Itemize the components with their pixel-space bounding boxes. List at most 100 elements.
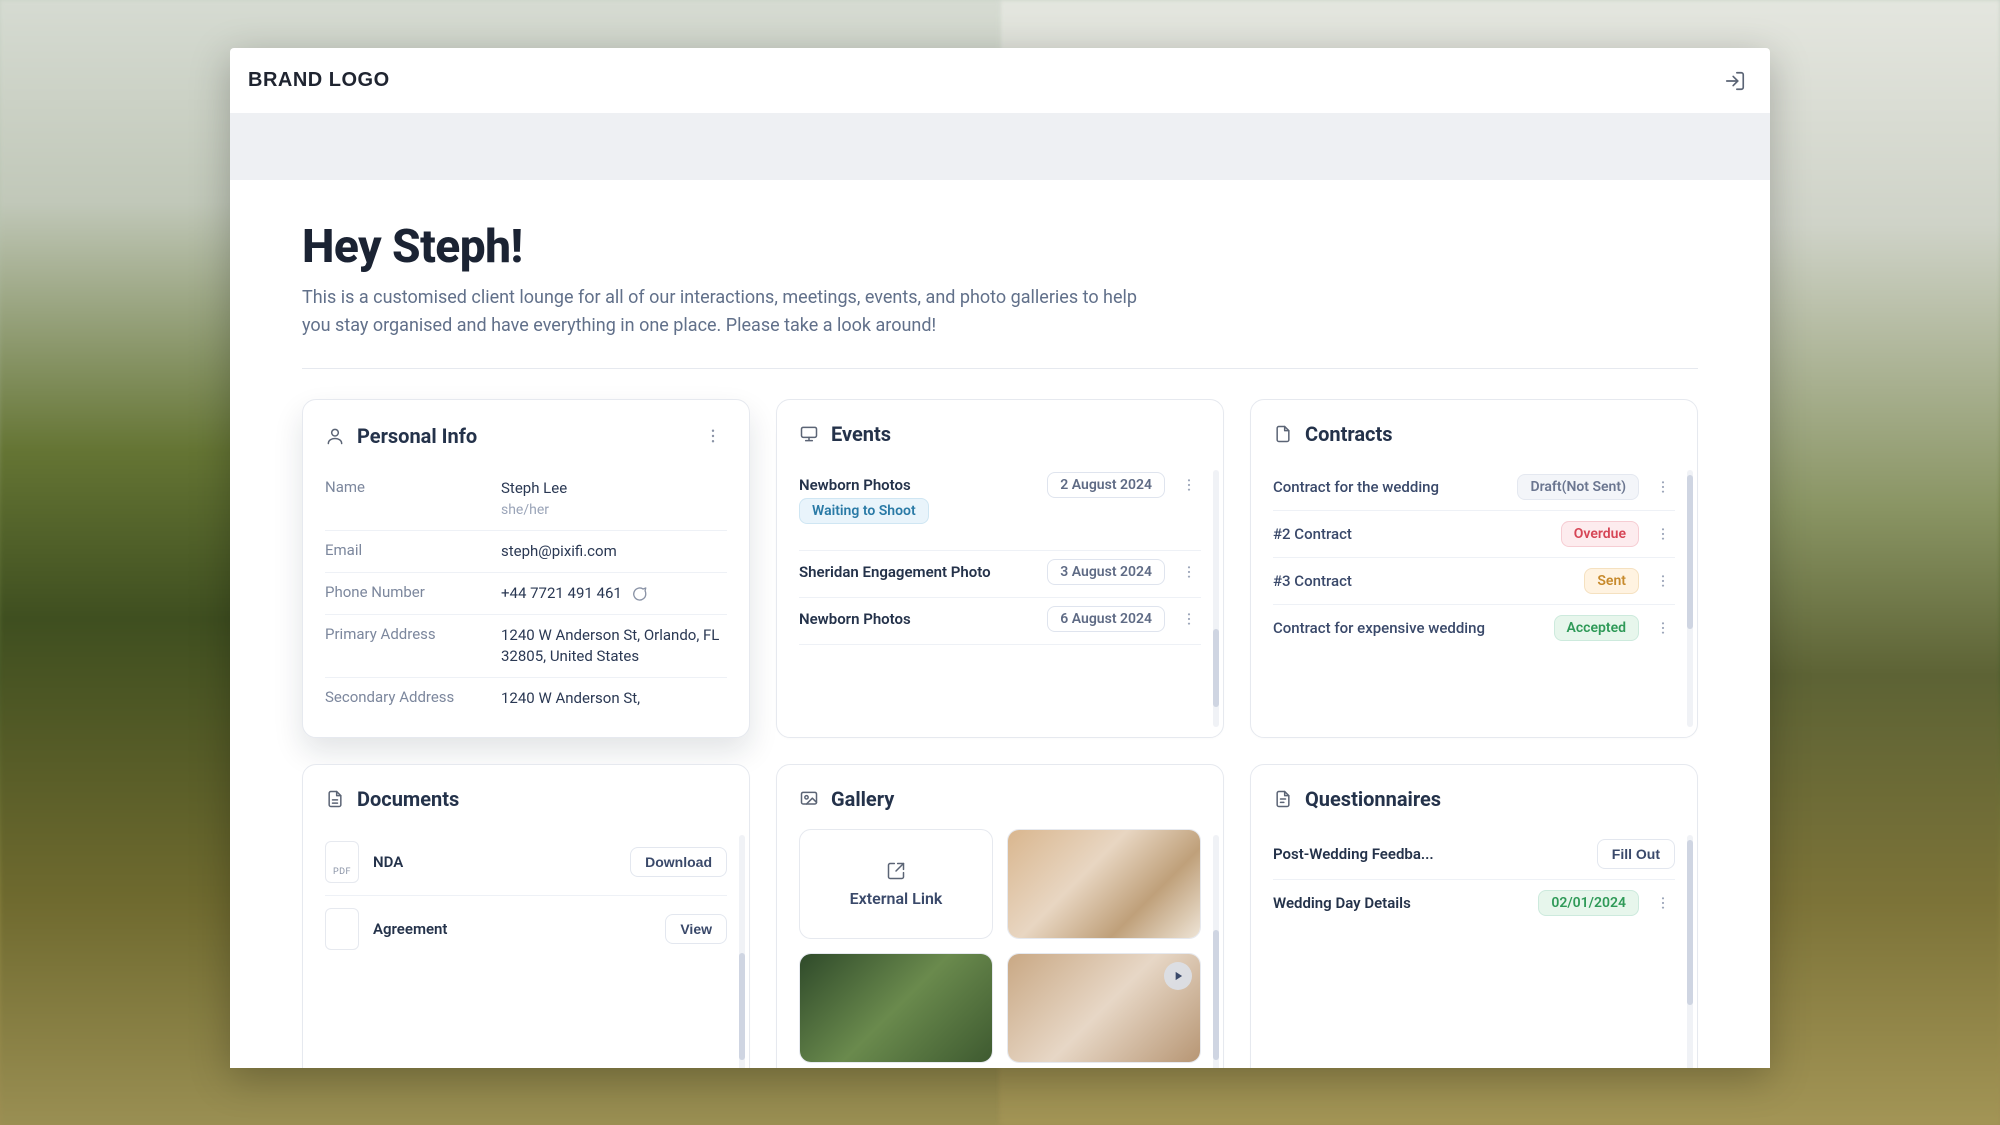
view-button[interactable]: View: [665, 914, 727, 944]
divider: [302, 368, 1698, 369]
questionnaire-row[interactable]: Wedding Day Details 02/01/2024: [1273, 879, 1675, 926]
label-phone: Phone Number: [325, 583, 485, 604]
gallery-external-link[interactable]: External Link: [799, 829, 993, 939]
documents-scrollbar[interactable]: [739, 835, 745, 1068]
contract-row[interactable]: #3 Contract Sent: [1273, 557, 1675, 604]
personal-menu-button[interactable]: [699, 422, 727, 450]
card-title: Personal Info: [357, 424, 477, 448]
field-name: Name Steph Lee she/her: [325, 468, 727, 531]
label-email: Email: [325, 541, 485, 562]
field-email: Email steph@pixifi.com: [325, 530, 727, 572]
contract-name: #2 Contract: [1273, 525, 1549, 543]
card-questionnaires: Questionnaires Post-Wedding Feedba... Fi…: [1250, 764, 1698, 1068]
field-primary-address: Primary Address 1240 W Anderson St, Orla…: [325, 614, 727, 677]
event-name: Sheridan Engagement Photo: [799, 563, 1035, 581]
page-intro: This is a customised client lounge for a…: [302, 284, 1162, 340]
pdf-file-icon: PDF: [325, 841, 359, 883]
fill-out-button[interactable]: Fill Out: [1597, 839, 1675, 869]
event-item[interactable]: Sheridan Engagement Photo 3 August 2024: [799, 551, 1201, 598]
event-name: Newborn Photos: [799, 610, 1035, 628]
label-name: Name: [325, 478, 485, 521]
card-title: Contracts: [1305, 422, 1393, 446]
logout-button[interactable]: [1718, 64, 1752, 98]
value-name: Steph Lee: [501, 479, 567, 497]
contract-name: Contract for the wedding: [1273, 478, 1505, 496]
document-name: Agreement: [373, 920, 651, 938]
card-gallery: Gallery External Link: [776, 764, 1224, 1068]
card-title: Events: [831, 422, 891, 446]
card-contracts: Contracts Contract for the wedding Draft…: [1250, 399, 1698, 739]
field-phone: Phone Number +44 7721 491 461: [325, 572, 727, 614]
questionnaire-date-pill: 02/01/2024: [1538, 890, 1639, 916]
event-date-pill: 3 August 2024: [1047, 559, 1165, 585]
user-icon: [325, 426, 345, 446]
external-link-label: External Link: [850, 889, 943, 908]
brand-logo: BRAND LOGO: [248, 69, 390, 92]
contract-menu-button[interactable]: [1651, 569, 1675, 593]
document-row: PDF NDA Download: [325, 829, 727, 895]
event-menu-button[interactable]: [1177, 607, 1201, 631]
download-button[interactable]: Download: [630, 847, 727, 877]
contract-status-pill: Overdue: [1561, 521, 1639, 547]
file-icon: [1273, 424, 1293, 444]
header-banner: [230, 114, 1770, 180]
gallery-thumbnail[interactable]: [1007, 829, 1201, 939]
form-icon: [1273, 789, 1293, 809]
image-icon: [799, 789, 819, 809]
contract-menu-button[interactable]: [1651, 616, 1675, 640]
event-date-pill: 2 August 2024: [1047, 472, 1165, 498]
card-title: Documents: [357, 787, 459, 811]
contract-menu-button[interactable]: [1651, 522, 1675, 546]
contract-row[interactable]: Contract for the wedding Draft(Not Sent): [1273, 464, 1675, 510]
events-scrollbar[interactable]: [1213, 470, 1219, 728]
contract-status-pill: Draft(Not Sent): [1517, 474, 1639, 500]
questionnaire-row[interactable]: Post-Wedding Feedba... Fill Out: [1273, 829, 1675, 879]
document-icon: [325, 789, 345, 809]
contracts-scrollbar[interactable]: [1687, 470, 1693, 728]
value-primary: 1240 W Anderson St, Orlando, FL 32805, U…: [501, 625, 727, 667]
contract-menu-button[interactable]: [1651, 475, 1675, 499]
document-name: NDA: [373, 853, 616, 871]
event-menu-button[interactable]: [1177, 473, 1201, 497]
event-menu-button[interactable]: [1177, 560, 1201, 584]
topbar: BRAND LOGO: [230, 48, 1770, 114]
contract-status-pill: Accepted: [1554, 615, 1639, 641]
external-link-icon: [886, 861, 906, 881]
exit-icon: [1724, 70, 1746, 92]
field-secondary-address: Secondary Address 1240 W Anderson St,: [325, 677, 727, 719]
event-name: Newborn Photos: [799, 476, 1035, 494]
file-icon: [325, 908, 359, 950]
value-phone: +44 7721 491 461: [501, 583, 622, 604]
event-item[interactable]: Newborn Photos 2 August 2024 Waiting to …: [799, 464, 1201, 551]
contract-status-pill: Sent: [1584, 568, 1639, 594]
card-grid: Personal Info Name Steph Lee she/her: [302, 399, 1698, 1068]
value-secondary: 1240 W Anderson St,: [501, 688, 727, 709]
contract-row[interactable]: #2 Contract Overdue: [1273, 510, 1675, 557]
contract-name: #3 Contract: [1273, 572, 1572, 590]
card-events: Events Newborn Photos 2 August 2024 Wait…: [776, 399, 1224, 739]
event-status-pill: Waiting to Shoot: [799, 498, 929, 524]
kebab-icon: [704, 427, 722, 445]
questionnaire-menu-button[interactable]: [1651, 891, 1675, 915]
label-secondary: Secondary Address: [325, 688, 485, 709]
card-documents: Documents PDF NDA Download Agreement Vie…: [302, 764, 750, 1068]
questionnaire-name: Wedding Day Details: [1273, 894, 1526, 912]
page-greeting: Hey Steph!: [302, 220, 1698, 274]
gallery-video-thumbnail[interactable]: [1007, 953, 1201, 1063]
monitor-icon: [799, 424, 819, 444]
gallery-scrollbar[interactable]: [1213, 835, 1219, 1068]
label-primary: Primary Address: [325, 625, 485, 667]
card-title: Questionnaires: [1305, 787, 1441, 811]
event-date-pill: 6 August 2024: [1047, 606, 1165, 632]
questionnaires-scrollbar[interactable]: [1687, 835, 1693, 1068]
event-item[interactable]: Newborn Photos 6 August 2024: [799, 598, 1201, 645]
card-title: Gallery: [831, 787, 894, 811]
contract-row[interactable]: Contract for expensive wedding Accepted: [1273, 604, 1675, 651]
chat-icon[interactable]: [630, 585, 648, 603]
contract-name: Contract for expensive wedding: [1273, 619, 1542, 637]
app-window: BRAND LOGO Hey Steph! This is a customis…: [230, 48, 1770, 1068]
card-personal-info: Personal Info Name Steph Lee she/her: [302, 399, 750, 739]
document-row: Agreement View: [325, 895, 727, 962]
content-area: Hey Steph! This is a customised client l…: [230, 180, 1770, 1068]
gallery-thumbnail[interactable]: [799, 953, 993, 1063]
